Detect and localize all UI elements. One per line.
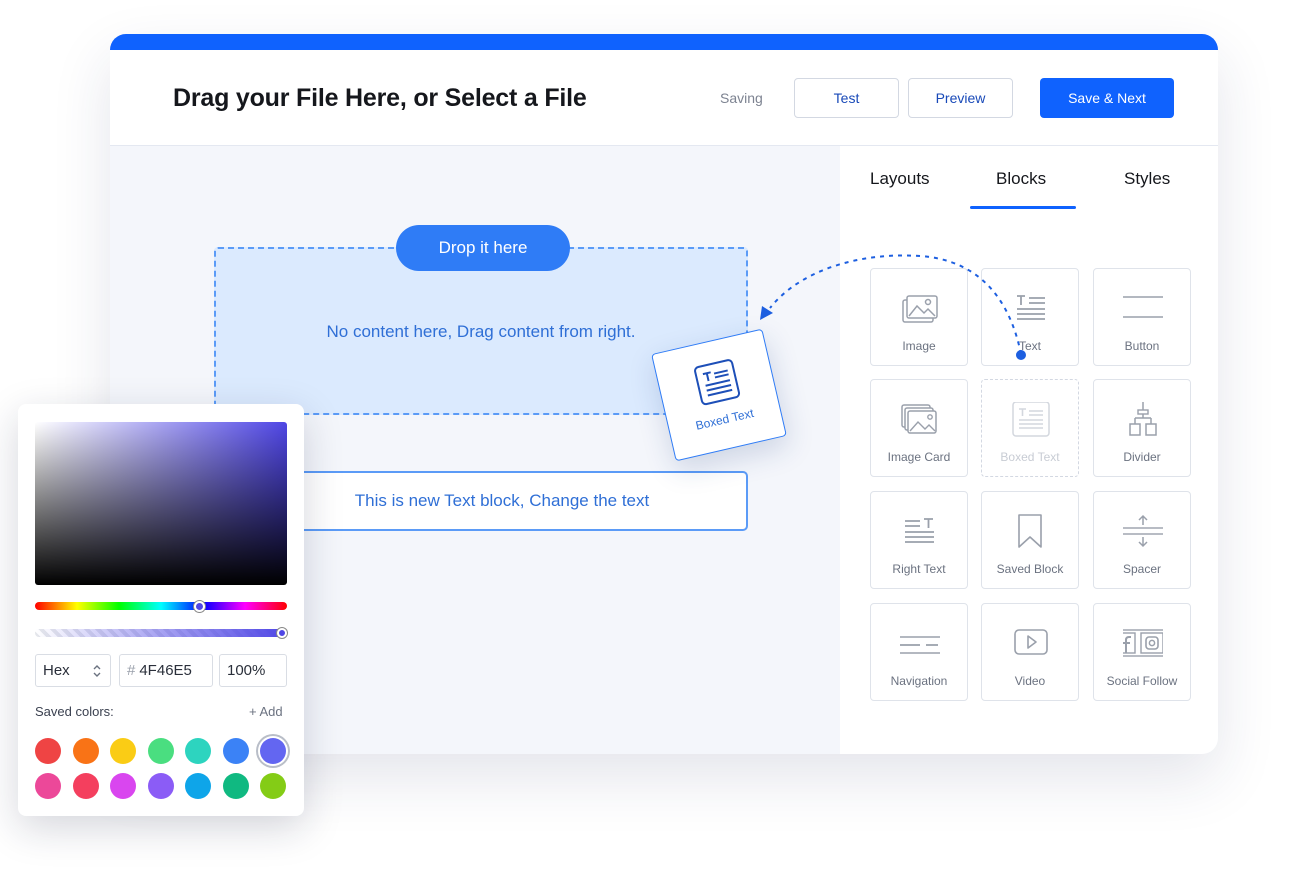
top-accent-bar: [110, 34, 1218, 50]
block-spacer[interactable]: Spacer: [1093, 491, 1191, 589]
color-swatch[interactable]: [222, 738, 249, 764]
color-swatch[interactable]: [147, 773, 174, 799]
alpha-input[interactable]: 100%: [219, 654, 287, 687]
block-label: Boxed Text: [1000, 450, 1060, 464]
saturation-area[interactable]: [35, 422, 287, 585]
color-mode-select[interactable]: Hex: [35, 654, 111, 687]
hue-slider[interactable]: [35, 602, 287, 610]
text-block-content[interactable]: This is new Text block, Change the text: [300, 491, 704, 511]
image-icon: [902, 295, 938, 323]
block-video[interactable]: Video: [981, 603, 1079, 701]
block-label: Text: [1018, 339, 1041, 353]
drop-it-here-pill: Drop it here: [396, 225, 570, 271]
block-button[interactable]: Button: [1093, 268, 1191, 366]
hex-value: 4F46E5: [139, 662, 192, 679]
color-swatch[interactable]: [222, 773, 249, 799]
button-icon: [1123, 296, 1163, 318]
block-label: Divider: [1123, 450, 1161, 464]
hash-prefix: #: [127, 662, 136, 679]
block-image-card[interactable]: Image Card: [870, 379, 968, 477]
color-swatch[interactable]: [185, 738, 211, 764]
block-divider[interactable]: Divider: [1093, 379, 1191, 477]
right-text-icon: [905, 518, 934, 543]
blocks-panel: Layouts Blocks Styles Image Text Button …: [840, 146, 1218, 754]
bookmark-icon: [1018, 514, 1042, 548]
test-button[interactable]: Test: [794, 78, 899, 118]
block-boxed-text[interactable]: Boxed Text: [981, 379, 1079, 477]
block-label: Image: [902, 339, 936, 353]
save-next-button[interactable]: Save & Next: [1040, 78, 1174, 118]
block-label: Spacer: [1122, 562, 1162, 576]
color-swatch[interactable]: [147, 738, 174, 764]
block-text[interactable]: Text: [981, 268, 1079, 366]
alpha-slider-handle[interactable]: [277, 628, 287, 638]
tab-styles[interactable]: Styles: [1124, 169, 1170, 189]
video-icon: [1014, 629, 1048, 655]
color-swatch[interactable]: [260, 773, 286, 799]
hue-slider-handle[interactable]: [194, 601, 205, 612]
block-label: Social Follow: [1106, 674, 1178, 688]
color-swatch[interactable]: [35, 773, 61, 799]
block-navigation[interactable]: Navigation: [870, 603, 968, 701]
header: Drag your File Here, or Select a File Sa…: [110, 50, 1218, 146]
saving-status: Saving: [720, 90, 763, 106]
color-swatch[interactable]: [260, 738, 286, 764]
block-right-text[interactable]: Right Text: [870, 491, 968, 589]
navigation-icon: [900, 636, 940, 654]
image-card-icon: [901, 404, 937, 434]
color-swatch[interactable]: [72, 773, 99, 799]
hex-input[interactable]: # 4F46E5: [119, 654, 213, 687]
color-swatch[interactable]: [185, 773, 211, 799]
spacer-icon: [1123, 514, 1163, 548]
add-color-button[interactable]: + Add: [249, 704, 283, 719]
color-swatch[interactable]: [110, 773, 136, 799]
color-swatch[interactable]: [35, 738, 61, 764]
block-label: Navigation: [890, 674, 948, 688]
color-swatch[interactable]: [110, 738, 136, 764]
social-follow-icon: [1123, 629, 1163, 657]
preview-button[interactable]: Preview: [908, 78, 1013, 118]
boxed-text-icon: [694, 359, 741, 406]
color-swatch[interactable]: [72, 738, 99, 764]
block-label: Saved Block: [996, 562, 1064, 576]
saved-colors-label: Saved colors:: [35, 704, 114, 719]
color-mode-value: Hex: [43, 662, 70, 679]
dragged-card-label: Boxed Text: [694, 405, 756, 433]
active-tab-indicator: [970, 206, 1076, 209]
boxed-text-icon: [1012, 402, 1050, 437]
tab-blocks[interactable]: Blocks: [996, 169, 1046, 189]
chevron-up-down-icon: [93, 664, 101, 677]
text-icon: [1017, 295, 1045, 320]
drop-zone-hint: No content here, Drag content from right…: [326, 322, 636, 341]
block-saved-block[interactable]: Saved Block: [981, 491, 1079, 589]
block-label: Video: [1014, 674, 1046, 688]
tab-layouts[interactable]: Layouts: [870, 169, 930, 189]
block-label: Right Text: [892, 562, 946, 576]
color-picker: Hex # 4F46E5 100% Saved colors: + Add: [18, 404, 304, 816]
block-image[interactable]: Image: [870, 268, 968, 366]
alpha-slider[interactable]: [35, 629, 287, 637]
block-label: Button: [1124, 339, 1160, 353]
block-social-follow[interactable]: Social Follow: [1093, 603, 1191, 701]
divider-icon: [1129, 402, 1157, 436]
page-title: Drag your File Here, or Select a File: [173, 84, 587, 112]
block-label: Image Card: [887, 450, 951, 464]
